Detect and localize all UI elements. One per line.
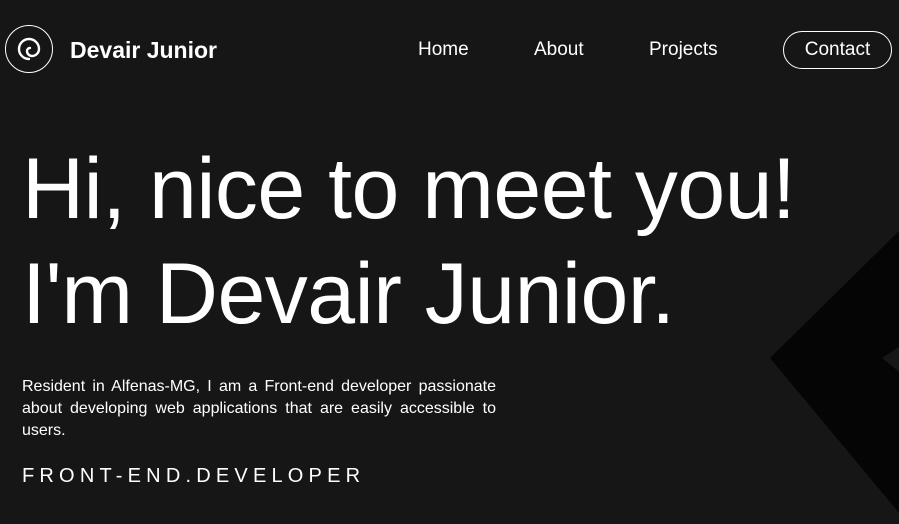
nav-home-link[interactable]: Home (418, 38, 469, 62)
intro-text: Resident in Alfenas-MG, I am a Front-end… (22, 378, 496, 439)
page: Devair Junior Home About Projects Contac… (0, 0, 899, 524)
nav-projects-link[interactable]: Projects (649, 38, 718, 62)
brand-name[interactable]: Devair Junior (70, 36, 217, 64)
hero-title: Hi, nice to meet you! I'm Devair Junior. (22, 137, 796, 347)
contact-button[interactable]: Contact (783, 31, 892, 69)
role-tagline: FRONT-END.DEVELOPER (22, 465, 366, 487)
site-header: Devair Junior Home About Projects Contac… (0, 0, 899, 100)
swirl-icon (17, 37, 41, 61)
nav-about-link[interactable]: About (534, 38, 584, 62)
hero-title-line-2: I'm Devair Junior. (22, 246, 675, 342)
logo[interactable] (5, 25, 53, 73)
hero-title-line-1: Hi, nice to meet you! (22, 141, 796, 237)
